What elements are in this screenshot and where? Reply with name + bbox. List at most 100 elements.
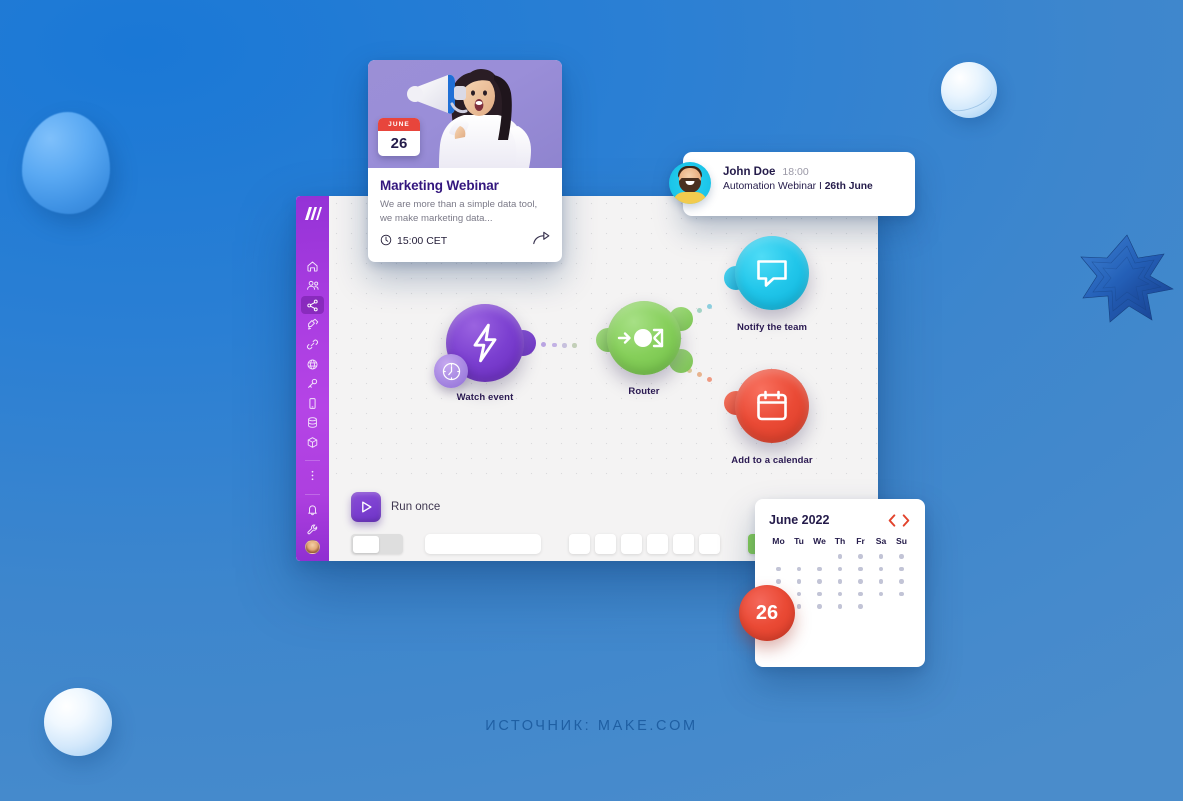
calendar-day-cell[interactable]	[832, 579, 849, 584]
calendar-day-cell[interactable]	[811, 566, 828, 571]
sidebar-item-scenarios[interactable]	[301, 296, 324, 315]
sidebar	[296, 196, 329, 561]
notification-text: John Doe 18:00 Automation Webinar I 26th…	[723, 166, 873, 192]
calendar-day-cell[interactable]	[811, 591, 828, 596]
calendar-day-cell[interactable]	[770, 579, 787, 584]
calendar-day-cell[interactable]	[852, 591, 869, 596]
toolbar-cell[interactable]	[647, 534, 668, 554]
calendar-week-row	[769, 554, 911, 559]
sidebar-item-templates[interactable]	[301, 316, 324, 334]
sidebar-item-connections[interactable]	[301, 335, 324, 353]
toolbar-cell[interactable]	[699, 534, 720, 554]
make-logo[interactable]	[302, 204, 324, 223]
node-add-to-a-calendar[interactable]: Add to a calendar	[724, 369, 813, 466]
calendar-day-cell[interactable]	[873, 554, 890, 559]
marketing-webinar-card[interactable]: JUNE 26 Marketing Webinar We are more th…	[368, 60, 562, 262]
calendar-day-dot	[776, 579, 781, 584]
calendar-day-dot	[878, 579, 884, 584]
sidebar-item-apps[interactable]	[301, 433, 324, 451]
toolbar-cell[interactable]	[595, 534, 616, 554]
calendar-weekday: Th	[834, 536, 846, 546]
toolbar-input-field[interactable]	[425, 534, 541, 554]
calendar-day-cell[interactable]	[832, 591, 849, 596]
calendar-day-dot	[878, 554, 884, 559]
calendar-day-cell[interactable]	[832, 604, 849, 609]
notification-card[interactable]: John Doe 18:00 Automation Webinar I 26th…	[669, 152, 915, 216]
calendar-day-cell[interactable]	[893, 579, 910, 584]
toolbar-cell[interactable]	[621, 534, 642, 554]
sidebar-item-team[interactable]	[301, 277, 324, 295]
calendar-day-dot	[837, 566, 843, 571]
calendar-weekday: We	[813, 536, 826, 546]
sidebar-more-icon[interactable]	[301, 467, 324, 485]
node-label-notify-the-team: Notify the team	[736, 322, 808, 333]
date-chip-month: JUNE	[378, 118, 420, 131]
calendar-day-cell[interactable]	[832, 554, 849, 559]
notification-body: Automation Webinar I 26th June	[723, 181, 873, 192]
calendar-day-dot	[817, 554, 822, 559]
calendar-day-cell[interactable]	[893, 554, 910, 559]
calendar-day-dot	[878, 591, 884, 596]
user-avatar[interactable]	[305, 539, 320, 555]
sidebar-item-home[interactable]	[301, 257, 324, 275]
calendar-day-cell[interactable]	[852, 604, 869, 609]
sidebar-item-notifications[interactable]	[301, 500, 324, 518]
calendar-selected-day[interactable]: 26	[739, 585, 795, 641]
calendar-day-cell[interactable]	[873, 591, 890, 596]
calendar-weekday-header: Mo Tu We Th Fr Sa Su	[769, 536, 911, 546]
chevron-left-icon[interactable]	[887, 513, 897, 527]
node-label-router: Router	[628, 386, 660, 397]
calendar-day-cell[interactable]	[791, 579, 808, 584]
calendar-day-cell[interactable]	[832, 566, 849, 571]
calendar-day-cell[interactable]	[893, 566, 910, 571]
calendar-day-cell[interactable]	[811, 604, 828, 609]
calendar-widget[interactable]: June 2022 Mo Tu We Th Fr Sa Su 26	[739, 499, 925, 667]
calendar-day-dot	[899, 554, 904, 559]
sidebar-item-devices[interactable]	[301, 394, 324, 412]
calendar-day-cell[interactable]	[893, 591, 910, 596]
date-chip-day: 26	[390, 135, 408, 152]
node-notify-the-team[interactable]: Notify the team	[724, 236, 809, 333]
calendar-day-dot	[796, 604, 802, 609]
toolbar-cell-group	[569, 534, 720, 554]
calendar-day-dot	[899, 579, 904, 584]
calendar-day-dot	[796, 566, 802, 571]
scheduling-toggle[interactable]	[351, 534, 403, 554]
calendar-day-dot	[899, 604, 904, 609]
toolbar-cell[interactable]	[673, 534, 694, 554]
sidebar-item-webhooks[interactable]	[301, 355, 324, 373]
share-arrow-icon[interactable]	[533, 231, 550, 251]
calendar-title: June 2022	[769, 513, 830, 527]
calendar-day-cell[interactable]	[852, 579, 869, 584]
node-watch-event[interactable]: Watch event	[434, 304, 536, 403]
john-doe-avatar	[669, 162, 711, 204]
calendar-day-cell[interactable]	[770, 566, 787, 571]
calendar-day-dot	[817, 566, 822, 571]
webinar-description: We are more than a simple data tool, we …	[380, 199, 538, 224]
calendar-day-dot	[837, 554, 843, 559]
calendar-day-cell[interactable]	[791, 591, 808, 596]
calendar-day-cell	[791, 554, 808, 559]
sidebar-item-keys[interactable]	[301, 375, 324, 393]
toolbar-cell[interactable]	[569, 534, 590, 554]
calendar-day-cell[interactable]	[852, 554, 869, 559]
play-icon[interactable]	[351, 492, 381, 522]
node-router[interactable]: Router	[596, 301, 693, 397]
chevron-right-icon[interactable]	[901, 513, 911, 527]
calendar-day-cell[interactable]	[852, 566, 869, 571]
calendar-day-cell[interactable]	[873, 566, 890, 571]
source-caption: ИСТОЧНИК: MAKE.COM	[485, 718, 698, 734]
calendar-day-dot	[817, 591, 822, 596]
calendar-weekday: Mo	[772, 536, 785, 546]
calendar-day-dot	[817, 579, 822, 584]
run-once-control[interactable]: Run once	[351, 492, 440, 522]
calendar-week-row	[769, 566, 911, 571]
sidebar-item-data-stores[interactable]	[301, 414, 324, 432]
date-chip: JUNE 26	[378, 118, 420, 156]
calendar-day-dot	[776, 554, 781, 559]
sidebar-item-tools[interactable]	[301, 520, 324, 538]
calendar-day-cell[interactable]	[873, 579, 890, 584]
run-once-label: Run once	[391, 501, 441, 513]
calendar-day-cell[interactable]	[811, 579, 828, 584]
calendar-day-cell[interactable]	[791, 566, 808, 571]
